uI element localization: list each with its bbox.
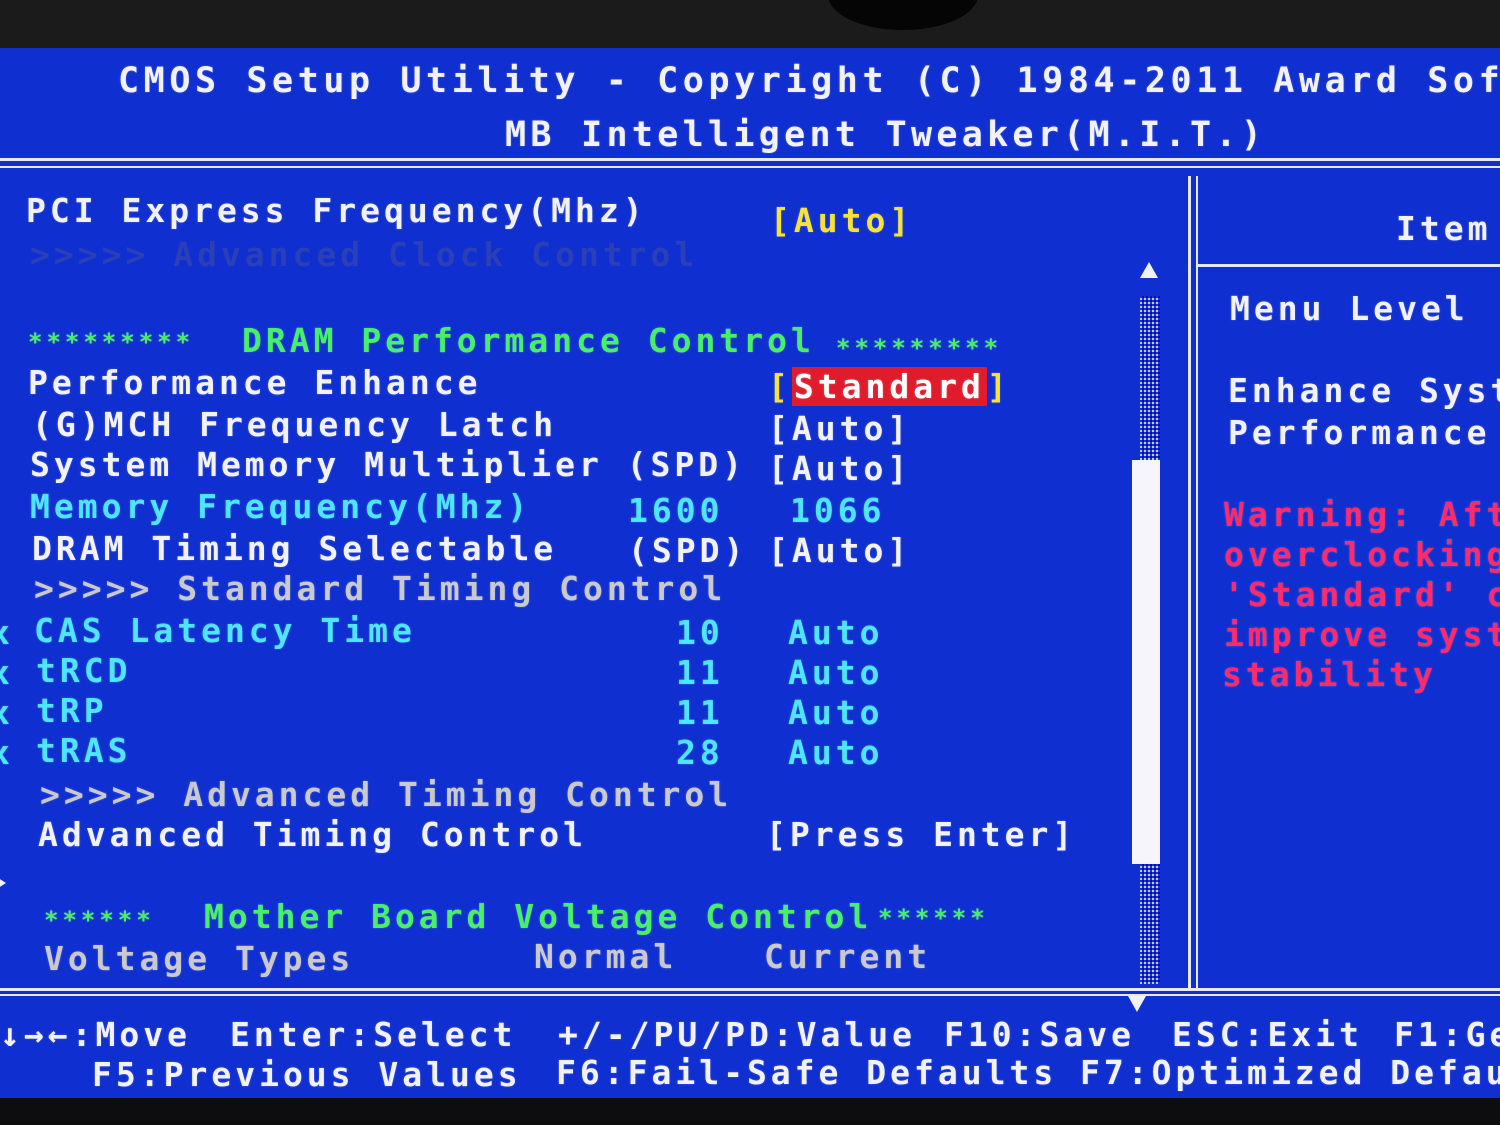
item-help-title: Item	[1396, 209, 1492, 248]
trp-label: tRP	[36, 691, 108, 730]
footer-save: F10:Save	[944, 1015, 1135, 1054]
menu-level-label: Menu Level	[1230, 289, 1469, 328]
tras-label: tRAS	[36, 731, 132, 770]
help-title-divider	[1198, 264, 1500, 267]
memory-frequency-spd: 1600	[628, 491, 724, 530]
bracket-open: [	[768, 367, 792, 406]
voltage-types-header: Voltage Types	[44, 939, 355, 978]
footer-divider-inner	[0, 994, 1500, 996]
voltage-section-stars-right: ******	[878, 904, 989, 932]
footer-divider-outer	[0, 988, 1500, 991]
footer-move: ↓→←:Move	[0, 1015, 191, 1054]
row-disabled-marker: x	[0, 696, 14, 729]
performance-enhance-value[interactable]: [Standard]	[768, 367, 1011, 406]
dram-timing-spd: (SPD)	[628, 531, 748, 570]
scrollbar-thumb[interactable]	[1132, 460, 1160, 864]
trcd-label: tRCD	[36, 651, 132, 690]
header-subtitle: MB Intelligent Tweaker(M.I.T.)	[505, 115, 1267, 155]
warning-line4: improve syst	[1224, 615, 1500, 654]
trcd-spd: 11	[676, 653, 724, 692]
warning-line3: 'Standard' c	[1224, 575, 1500, 614]
warning-line2: overclocking	[1224, 535, 1500, 574]
voltage-current-header: Current	[764, 937, 932, 976]
help-description-line1: Enhance Syst	[1228, 371, 1500, 410]
standard-timing-header: >>>>> Standard Timing Control	[34, 569, 727, 608]
tras-value: Auto	[788, 733, 884, 772]
advanced-timing-header: >>>>> Advanced Timing Control	[40, 775, 733, 814]
gmch-latch-value[interactable]: [Auto]	[768, 412, 911, 445]
trp-value: Auto	[788, 693, 884, 732]
warning-line1: Warning: Aft	[1224, 495, 1500, 534]
cas-latency-value: Auto	[788, 613, 884, 652]
footer-failsafe-defaults: F6:Fail-Safe Defaults	[556, 1053, 1058, 1092]
memory-frequency-label: Memory Frequency(Mhz)	[30, 487, 532, 526]
footer-value: +/-/PU/PD:Value	[558, 1015, 917, 1054]
cas-latency-spd: 10	[676, 613, 724, 652]
trp-spd: 11	[676, 693, 724, 732]
trcd-value: Auto	[788, 653, 884, 692]
dram-timing-value[interactable]: [Auto]	[768, 534, 911, 567]
performance-enhance-selected[interactable]: Standard	[791, 367, 987, 406]
help-description-line2: Performance	[1228, 413, 1491, 452]
advanced-clock-control-link: >>>>> Advanced Clock Control	[30, 235, 699, 274]
footer-select: Enter:Select	[230, 1015, 517, 1054]
header-divider-outer	[0, 158, 1500, 161]
monitor-bezel-bottom	[0, 1098, 1500, 1125]
footer-general-help: F1:Ge	[1394, 1015, 1500, 1054]
panel-divider-outer	[1188, 176, 1191, 988]
row-disabled-marker: x	[0, 736, 14, 769]
bracket-close: ]	[986, 367, 1011, 406]
advanced-timing-control-value[interactable]: [Press Enter]	[766, 818, 1076, 851]
memory-multiplier-label[interactable]: System Memory Multiplier (SPD)	[30, 448, 746, 481]
submenu-pointer-icon	[0, 874, 6, 892]
dram-section-stars-left: *********	[28, 328, 195, 356]
warning-line5: stability	[1222, 655, 1437, 694]
memory-multiplier-value[interactable]: [Auto]	[768, 452, 911, 485]
gmch-latch-label[interactable]: (G)MCH Frequency Latch	[32, 408, 557, 441]
voltage-section-title: Mother Board Voltage Control	[204, 897, 873, 936]
bios-screen: CMOS Setup Utility - Copyright (C) 1984-…	[0, 48, 1500, 1098]
footer-exit: ESC:Exit	[1172, 1015, 1363, 1054]
header-divider-inner	[0, 166, 1500, 168]
dram-section-title: DRAM Performance Control	[242, 321, 815, 360]
row-disabled-marker: x	[0, 616, 14, 649]
pci-express-label[interactable]: PCI Express Frequency(Mhz)	[26, 194, 647, 227]
memory-frequency-current: 1066	[790, 491, 886, 530]
panel-divider-inner	[1196, 176, 1198, 988]
scroll-up-arrow-icon[interactable]	[1140, 262, 1158, 278]
header-title: CMOS Setup Utility - Copyright (C) 1984-…	[118, 61, 1500, 101]
footer-optimized-defaults: F7:Optimized Defaul	[1080, 1053, 1500, 1092]
voltage-normal-header: Normal	[534, 937, 678, 976]
scroll-down-arrow-icon[interactable]	[1128, 996, 1146, 1012]
advanced-timing-control-item[interactable]: Advanced Timing Control	[38, 818, 587, 851]
dram-timing-label[interactable]: DRAM Timing Selectable	[32, 532, 557, 565]
cas-latency-label: CAS Latency Time	[34, 611, 416, 650]
voltage-section-stars-left: ******	[44, 906, 155, 934]
footer-previous-values: F5:Previous Values	[92, 1055, 522, 1094]
pci-express-value[interactable]: [Auto]	[770, 204, 913, 237]
dram-section-stars-right: *********	[836, 334, 1003, 362]
row-disabled-marker: x	[0, 656, 14, 689]
tras-spd: 28	[676, 733, 724, 772]
performance-enhance-label[interactable]: Performance Enhance	[28, 366, 482, 399]
